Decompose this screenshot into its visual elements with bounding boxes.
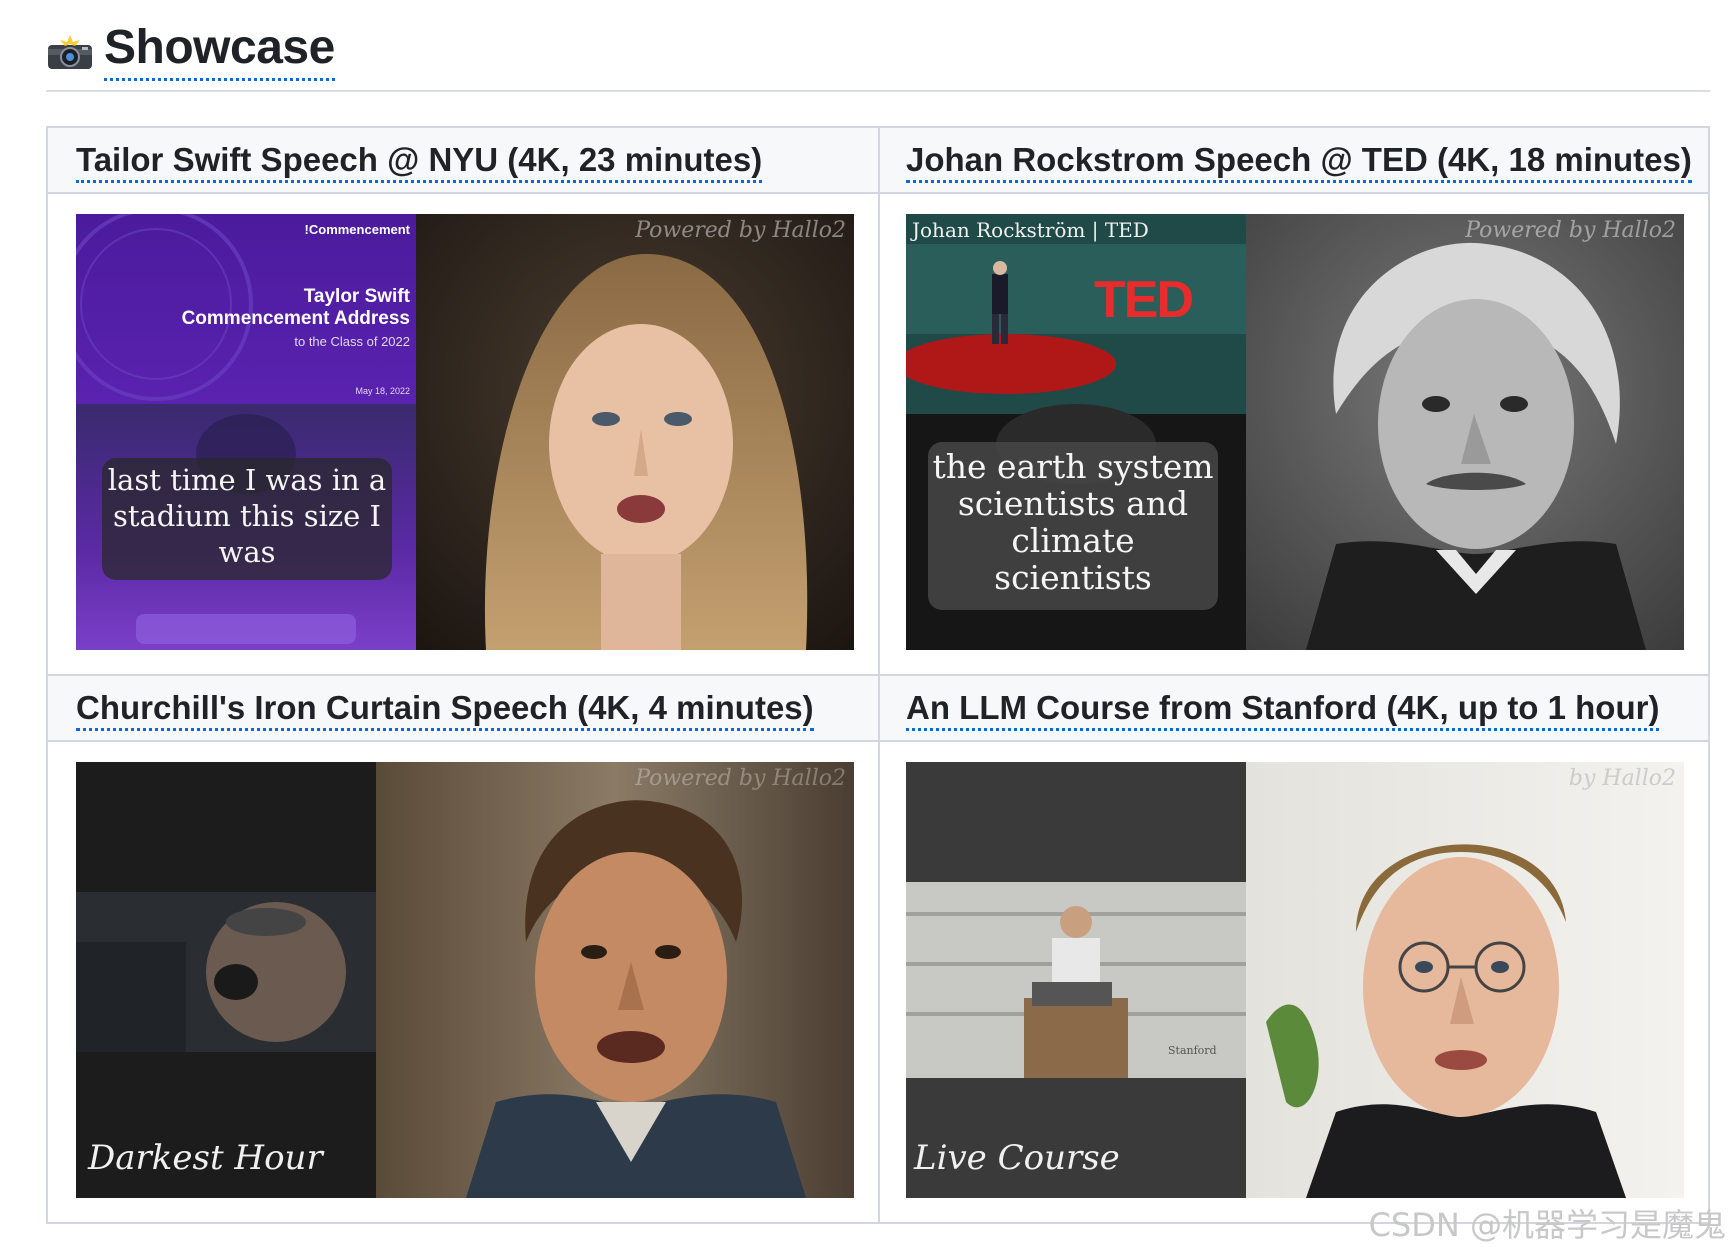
- row-divider: [48, 740, 1708, 742]
- camera-flash-icon: [48, 34, 92, 69]
- source-video-panel: [76, 214, 416, 650]
- row-divider: [48, 674, 1708, 676]
- section-heading: Showcase: [46, 20, 335, 81]
- slide-name: Taylor Swift: [303, 286, 410, 307]
- watermark: Powered by Hallo2: [635, 218, 846, 243]
- video-thumbnail-tailor-swift[interactable]: !Commencement Taylor Swift Commencement …: [76, 214, 854, 650]
- link-tailor-swift[interactable]: Tailor Swift Speech @ NYU (4K, 23 minute…: [76, 140, 763, 183]
- link-stanford-llm[interactable]: An LLM Course from Stanford (4K, up to 1…: [906, 688, 1660, 731]
- source-video-panel: [76, 762, 376, 1198]
- video-thumbnail-stanford-llm[interactable]: Stanford Live Course by Hallo2: [906, 762, 1684, 1198]
- watermark: Powered by Hallo2: [635, 766, 846, 791]
- room-sign: Stanford: [1168, 1044, 1217, 1057]
- generated-portrait: [1246, 762, 1684, 1198]
- generated-portrait: [416, 214, 854, 650]
- generated-portrait: [376, 762, 854, 1198]
- subtitle-caption: the earth system scientists and climate …: [928, 442, 1218, 610]
- heading-divider: [46, 90, 1710, 92]
- footer-watermark: CSDN @机器学习是魔鬼: [1368, 1206, 1726, 1244]
- slide-event: Commencement Address: [181, 308, 410, 329]
- slide-tag: !Commencement: [304, 222, 410, 237]
- link-churchill[interactable]: Churchill's Iron Curtain Speech (4K, 4 m…: [76, 688, 814, 731]
- generated-portrait: [1246, 214, 1684, 650]
- watermark: by Hallo2: [1568, 766, 1676, 791]
- slide-date: May 18, 2022: [355, 386, 410, 396]
- row-divider: [48, 192, 1708, 194]
- subtitle-caption: Darkest Hour: [88, 1138, 323, 1178]
- ted-logo: TED: [1094, 271, 1194, 329]
- showcase-table: Tailor Swift Speech @ NYU (4K, 23 minute…: [46, 126, 1710, 1224]
- watermark: Powered by Hallo2: [1465, 218, 1676, 243]
- video-thumbnail-churchill[interactable]: Darkest Hour Powered by Hallo2: [76, 762, 854, 1198]
- link-johan-rockstrom[interactable]: Johan Rockstrom Speech @ TED (4K, 18 min…: [906, 140, 1692, 183]
- subtitle-caption: Live Course: [914, 1138, 1120, 1178]
- subtitle-caption: last time I was in a stadium this size I…: [102, 458, 392, 580]
- source-video-panel: [906, 762, 1246, 1198]
- video-label: Johan Rockström | TED: [912, 218, 1149, 242]
- page-title[interactable]: Showcase: [104, 20, 335, 81]
- slide-class: to the Class of 2022: [294, 334, 410, 349]
- video-thumbnail-johan-rockstrom[interactable]: Johan Rockström | TED TED the earth syst…: [906, 214, 1684, 650]
